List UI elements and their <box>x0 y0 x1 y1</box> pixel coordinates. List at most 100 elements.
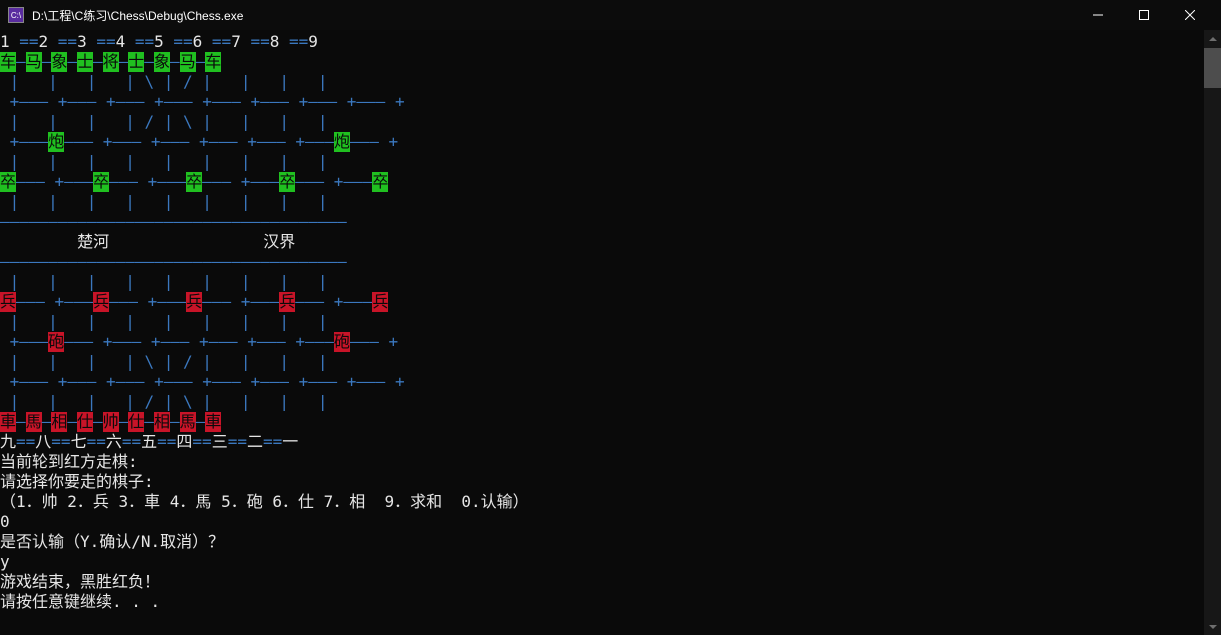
grid-line: +——— +——— +——— +——— +——— +——— +——— +——— … <box>0 92 405 112</box>
chess-piece: 卒 <box>279 172 295 192</box>
chess-piece: 卒 <box>186 172 202 192</box>
msg-turn: 当前轮到红方走棋: <box>0 452 1221 472</box>
grid-line: | | | | / | \ | | | | <box>0 112 337 132</box>
coord-separator: == <box>51 432 70 452</box>
chess-piece: 炮 <box>48 132 64 152</box>
board-connector: ——— +——— +——— +——— +——— +——— <box>64 332 334 352</box>
board-connector: ——— +——— <box>109 292 186 312</box>
coord-separator: == <box>228 432 247 452</box>
coord-label: 5 <box>154 32 173 52</box>
chess-piece: 车 <box>0 52 16 72</box>
coord-label: 4 <box>116 32 135 52</box>
chess-piece: 仕 <box>77 412 93 432</box>
user-input-2: y <box>0 552 1221 572</box>
board-grid-row: | | | | \ | / | | | | <box>0 72 1221 92</box>
river-label: 楚河 汉界 <box>0 232 295 252</box>
coord-label: 四 <box>176 432 192 452</box>
chess-piece: 马 <box>26 52 42 72</box>
grid-line: | | | | \ | / | | | | <box>0 352 337 372</box>
close-button[interactable] <box>1167 0 1213 30</box>
board-connector: ——— +——— <box>295 292 372 312</box>
coord-label: 八 <box>35 432 51 452</box>
scrollbar-thumb[interactable] <box>1204 48 1221 88</box>
board-grid-row: | | | | | | | | | <box>0 312 1221 332</box>
board-connector: — <box>67 412 77 432</box>
coord-separator: == <box>173 32 192 52</box>
chess-piece: 车 <box>205 52 221 72</box>
chess-piece: 兵 <box>279 292 295 312</box>
coord-label: 九 <box>0 432 16 452</box>
board-connector: — <box>16 52 26 72</box>
coord-label: 一 <box>282 432 298 452</box>
board-connector: ——— +——— <box>295 172 372 192</box>
coord-separator: == <box>122 432 141 452</box>
chess-piece: 卒 <box>0 172 16 192</box>
chess-piece: 仕 <box>128 412 144 432</box>
board-piece-row: +———炮——— +——— +——— +——— +——— +———炮——— + <box>0 132 1221 152</box>
board-grid-row: | | | | / | \ | | | | <box>0 112 1221 132</box>
chess-piece: 帅 <box>103 412 119 432</box>
chess-piece: 士 <box>128 52 144 72</box>
coord-separator: == <box>212 32 231 52</box>
chess-piece: 馬 <box>26 412 42 432</box>
board-connector: ——— <box>19 332 48 352</box>
maximize-button[interactable] <box>1121 0 1167 30</box>
coord-separator: == <box>192 432 211 452</box>
scroll-up-arrow-icon[interactable] <box>1204 30 1221 47</box>
coord-separator: == <box>58 32 77 52</box>
board-piece-row: 車—馬—相—仕—帅—仕—相—馬—車 <box>0 412 1221 432</box>
board-connector: — <box>119 412 129 432</box>
coord-separator: == <box>250 32 269 52</box>
coord-separator: == <box>16 432 35 452</box>
coord-separator: == <box>19 32 38 52</box>
chess-piece: 兵 <box>186 292 202 312</box>
chess-piece: 相 <box>154 412 170 432</box>
board-grid-row: | | | | | | | | | <box>0 152 1221 172</box>
board-connector: — <box>93 52 103 72</box>
msg-press-any-key: 请按任意键继续. . . <box>0 592 1221 612</box>
board-connector: — <box>144 52 154 72</box>
chess-piece: 兵 <box>372 292 388 312</box>
board-grid-row: | | | | | | | | | <box>0 272 1221 292</box>
board-connector: — <box>42 52 52 72</box>
board-connector: — <box>170 52 180 72</box>
coord-label: 9 <box>308 32 318 52</box>
board-grid-row: | | | | \ | / | | | | <box>0 352 1221 372</box>
board-connector: — <box>170 412 180 432</box>
msg-result: 游戏结束，黑胜红负！ <box>0 572 1221 592</box>
chess-piece: 相 <box>51 412 67 432</box>
coord-separator: == <box>135 32 154 52</box>
board-connector: ——— +——— <box>16 172 93 192</box>
chess-piece: 砲 <box>48 332 64 352</box>
coord-separator: == <box>96 32 115 52</box>
chess-piece: 象 <box>51 52 67 72</box>
grid-line: | | | | | | | | | <box>0 272 337 292</box>
window-title: D:\工程\C练习\Chess\Debug\Chess.exe <box>32 7 1075 24</box>
coord-label: 二 <box>247 432 263 452</box>
board-connector: ——— +——— <box>202 292 279 312</box>
column-footer-row: 九==八==七==六==五==四==三==二==一 <box>0 432 1221 452</box>
coord-label: 五 <box>141 432 157 452</box>
window-titlebar: C:\ D:\工程\C练习\Chess\Debug\Chess.exe <box>0 0 1221 30</box>
vertical-scrollbar[interactable] <box>1204 30 1221 635</box>
board-grid-row: +——— +——— +——— +——— +——— +——— +——— +——— … <box>0 92 1221 112</box>
scroll-down-arrow-icon[interactable] <box>1204 618 1221 635</box>
board-connector: ——— +——— <box>109 172 186 192</box>
board-grid-row: +——— +——— +——— +——— +——— +——— +——— +——— … <box>0 372 1221 392</box>
chess-piece: 砲 <box>334 332 350 352</box>
river-divider: ———————————————————————————————————— <box>0 252 1221 272</box>
board-connector: — <box>16 412 26 432</box>
chess-piece: 馬 <box>180 412 196 432</box>
coord-label: 3 <box>77 32 96 52</box>
grid-line: | | | | \ | / | | | | <box>0 72 337 92</box>
coord-separator: == <box>87 432 106 452</box>
coord-separator: == <box>289 32 308 52</box>
grid-line: | | | | | | | | | <box>0 152 337 172</box>
board-connector: — <box>196 412 206 432</box>
board-connector: ——— + <box>350 132 398 152</box>
board-connector: + <box>0 332 19 352</box>
user-input-1: 0 <box>0 512 1221 532</box>
minimize-button[interactable] <box>1075 0 1121 30</box>
board-connector: — <box>119 52 129 72</box>
column-header-row: 1 ==2 ==3 ==4 ==5 ==6 ==7 ==8 ==9 <box>0 32 1221 52</box>
